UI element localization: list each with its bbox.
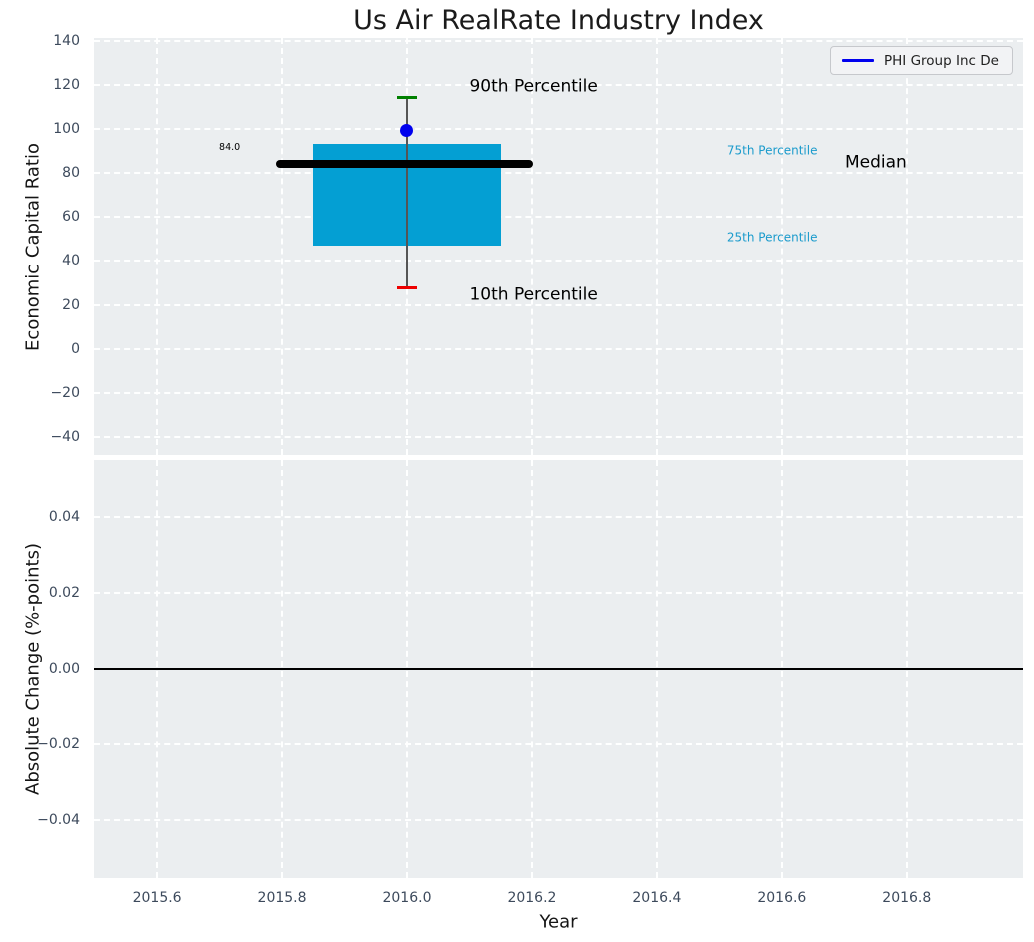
gridline-horizontal (94, 743, 1023, 745)
annotation-median: Median (845, 154, 907, 173)
annotation-90th-percentile: 90th Percentile (469, 78, 597, 97)
whisker-cap-90th (397, 96, 417, 100)
gridline-horizontal (94, 516, 1023, 518)
x-tick-label: 2016.8 (862, 888, 952, 908)
annotation-25th-percentile: 25th Percentile (727, 231, 818, 244)
annotation-median-value: 84.0 (219, 143, 240, 153)
x-tick-label: 2016.6 (737, 888, 827, 908)
y-tick-label: 0 (22, 339, 80, 359)
zero-line (94, 668, 1023, 670)
y-tick-label: −40 (22, 427, 80, 447)
y-tick-label: 0.00 (22, 659, 80, 679)
y-tick-label: 40 (22, 251, 80, 271)
y-tick-label: 120 (22, 75, 80, 95)
y-tick-label: 80 (22, 163, 80, 183)
annotation-75th-percentile: 75th Percentile (727, 144, 818, 157)
x-tick-label: 2016.0 (362, 888, 452, 908)
y-tick-label: 20 (22, 295, 80, 315)
y-tick-label: 100 (22, 119, 80, 139)
y-tick-label: −0.02 (22, 734, 80, 754)
legend: PHI Group Inc De (830, 46, 1013, 75)
legend-line-icon (842, 59, 874, 62)
chart-title: Us Air RealRate Industry Index (94, 5, 1023, 36)
y-tick-label: 0.04 (22, 507, 80, 527)
median-line (276, 160, 533, 168)
whisker-cap-10th (397, 286, 417, 290)
gridline-horizontal (94, 216, 1023, 218)
x-tick-label: 2016.4 (612, 888, 702, 908)
x-axis-label: Year (539, 912, 577, 933)
gridline-horizontal (94, 392, 1023, 394)
x-tick-label: 2015.8 (237, 888, 327, 908)
y-tick-label: −20 (22, 383, 80, 403)
bottom-plot-absolute-change (94, 460, 1023, 878)
gridline-horizontal (94, 436, 1023, 438)
gridline-horizontal (94, 348, 1023, 350)
y-tick-label: 0.02 (22, 583, 80, 603)
gridline-horizontal (94, 128, 1023, 130)
x-tick-label: 2016.2 (487, 888, 577, 908)
top-plot-economic-capital-ratio: 90th Percentile 10th Percentile 84.0 75th P… (94, 38, 1023, 455)
annotation-10th-percentile: 10th Percentile (469, 286, 597, 305)
figure: Us Air RealRate Industry Index 90th Perc… (0, 0, 1034, 942)
company-value-dot (400, 124, 413, 137)
y-tick-label: 60 (22, 207, 80, 227)
x-tick-label: 2015.6 (112, 888, 202, 908)
gridline-horizontal (94, 819, 1023, 821)
gridline-horizontal (94, 260, 1023, 262)
y-tick-label: 140 (22, 31, 80, 51)
y-tick-label: −0.04 (22, 810, 80, 830)
gridline-horizontal (94, 592, 1023, 594)
legend-label: PHI Group Inc De (884, 53, 999, 69)
gridline-horizontal (94, 40, 1023, 42)
